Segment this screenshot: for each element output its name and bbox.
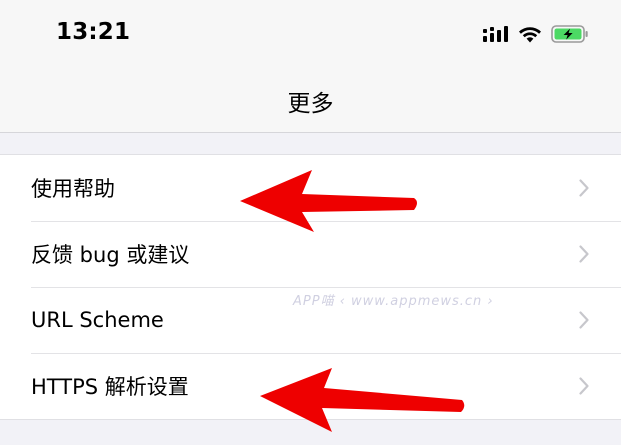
wifi-icon [519,26,541,42]
battery-charging-icon [551,25,588,43]
row-url-scheme[interactable]: URL Scheme [0,287,621,353]
chevron-right-icon [579,377,589,395]
row-feedback-label: 反馈 bug 或建议 [31,243,190,267]
row-https-settings-label: HTTPS 解析设置 [31,375,189,399]
row-url-scheme-label: URL Scheme [31,308,164,332]
status-icons [483,22,589,46]
navigation-bar: 更多 [0,68,621,133]
page-title: 更多 [287,91,334,117]
chevron-right-icon [579,245,589,263]
signal-icon [483,26,508,42]
row-help-label: 使用帮助 [31,177,115,201]
row-https-settings[interactable]: HTTPS 解析设置 [0,353,621,419]
chevron-right-icon [579,179,589,197]
status-bar: 13:21 [0,0,621,68]
row-help[interactable]: 使用帮助 [0,155,621,221]
settings-list: 使用帮助 反馈 bug 或建议 URL Scheme HTTPS 解析设置 [0,154,621,420]
row-feedback[interactable]: 反馈 bug 或建议 [0,221,621,287]
chevron-right-icon [579,311,589,329]
status-time: 13:21 [56,19,131,45]
